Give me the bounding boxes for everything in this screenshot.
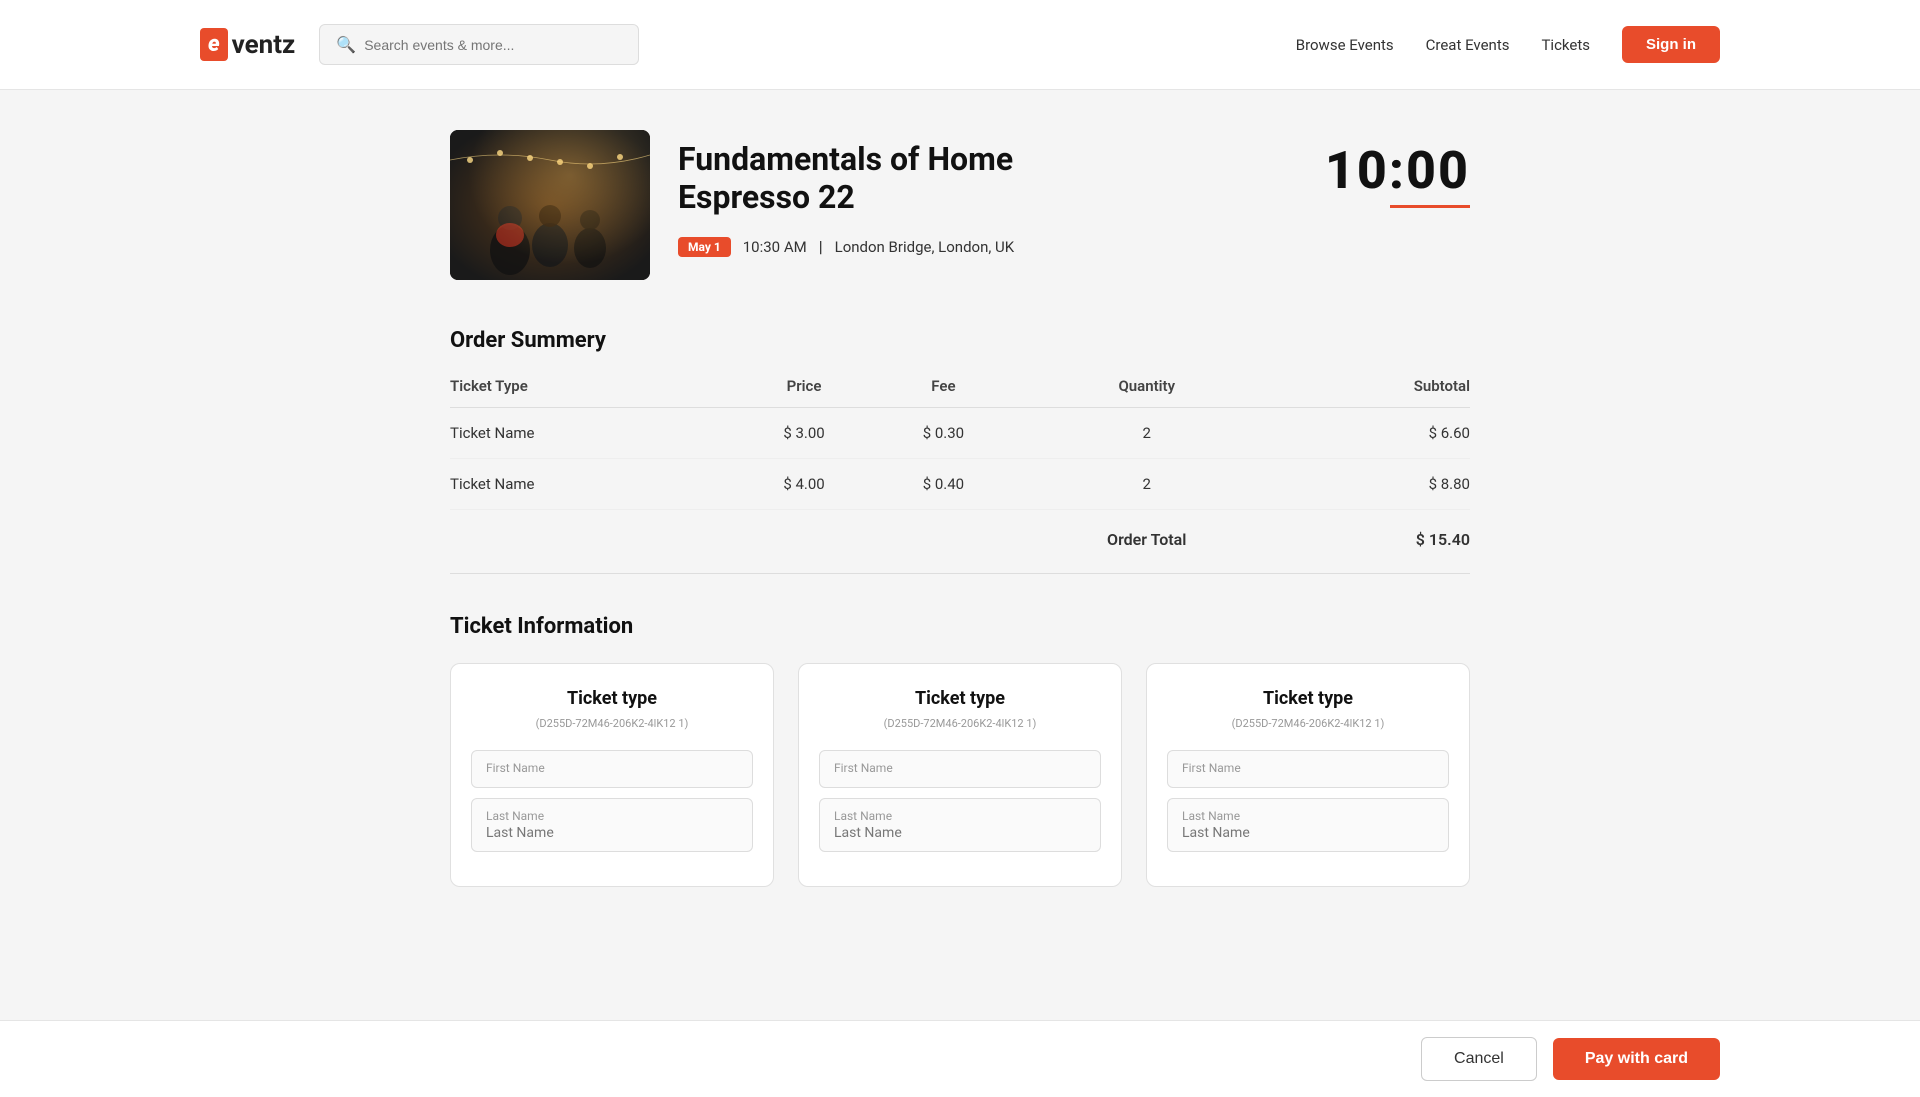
ticket-card: Ticket type (D255D-72M46-206K2-4lK12 1) … xyxy=(1146,663,1470,887)
section-divider xyxy=(450,573,1470,574)
ticket-last-name-label-0: Last Name xyxy=(486,809,738,823)
ticket-last-name-label-1: Last Name xyxy=(834,809,1086,823)
col-price: Price xyxy=(734,377,873,408)
timer-display: 10:00 xyxy=(1325,140,1470,201)
ticket-last-name-field-1[interactable]: Last Name Last Name xyxy=(819,798,1101,852)
logo[interactable]: eventz xyxy=(200,28,295,61)
logo-text: ventz xyxy=(232,30,296,60)
order-summary-title: Order Summery xyxy=(450,328,1470,353)
header: eventz 🔍 Browse Events Creat Events Tick… xyxy=(0,0,1920,90)
col-subtotal: Subtotal xyxy=(1280,377,1470,408)
ticket-last-name-label-2: Last Name xyxy=(1182,809,1434,823)
order-summary-section: Order Summery Ticket Type Price Fee Quan… xyxy=(450,328,1470,565)
ticket-first-name-field-2[interactable]: First Name xyxy=(1167,750,1449,788)
search-input[interactable] xyxy=(364,37,622,53)
date-badge: May 1 xyxy=(678,237,731,257)
timer: 10:00 xyxy=(1325,140,1470,208)
ticket-card-id-0: (D255D-72M46-206K2-4lK12 1) xyxy=(471,717,753,730)
ticket-card-id-2: (D255D-72M46-206K2-4lK12 1) xyxy=(1167,717,1449,730)
event-separator: | xyxy=(819,237,823,256)
order-table: Ticket Type Price Fee Quantity Subtotal … xyxy=(450,377,1470,565)
timer-underline xyxy=(1390,205,1470,208)
nav-links: Browse Events Creat Events Tickets Sign … xyxy=(1296,26,1720,63)
nav-tickets[interactable]: Tickets xyxy=(1541,36,1590,54)
search-icon: 🔍 xyxy=(336,35,356,54)
ticket-last-name-value-2: Last Name xyxy=(1182,825,1434,841)
search-bar: 🔍 xyxy=(319,24,639,65)
ticket-first-name-field-0[interactable]: First Name xyxy=(471,750,753,788)
table-row: Ticket Name $ 4.00 $ 0.40 2 $ 8.80 xyxy=(450,459,1470,510)
col-ticket-type: Ticket Type xyxy=(450,377,734,408)
ticket-card-type-0: Ticket type xyxy=(471,688,753,709)
col-fee: Fee xyxy=(874,377,1013,408)
nav-browse-events[interactable]: Browse Events xyxy=(1296,36,1394,54)
signin-button[interactable]: Sign in xyxy=(1622,26,1720,63)
ticket-fee-0: $ 0.30 xyxy=(874,408,1013,459)
ticket-card-type-2: Ticket type xyxy=(1167,688,1449,709)
ticket-last-name-field-2[interactable]: Last Name Last Name xyxy=(1167,798,1449,852)
nav-create-events[interactable]: Creat Events xyxy=(1426,36,1510,54)
ticket-last-name-value-1: Last Name xyxy=(834,825,1086,841)
event-time: 10:30 AM xyxy=(743,238,807,256)
ticket-name-1: Ticket Name xyxy=(450,459,734,510)
ticket-qty-0: 2 xyxy=(1013,408,1280,459)
col-quantity: Quantity xyxy=(1013,377,1280,408)
logo-icon: e xyxy=(200,28,228,61)
action-bar: Cancel Pay with card xyxy=(0,1020,1920,1097)
ticket-qty-1: 2 xyxy=(1013,459,1280,510)
ticket-first-name-field-1[interactable]: First Name xyxy=(819,750,1101,788)
pay-with-card-button[interactable]: Pay with card xyxy=(1553,1038,1720,1080)
ticket-name-0: Ticket Name xyxy=(450,408,734,459)
ticket-price-0: $ 3.00 xyxy=(734,408,873,459)
event-header: Fundamentals of Home Espresso 22 May 1 1… xyxy=(450,130,1470,280)
order-total-label: Order Total xyxy=(1013,510,1280,566)
table-row: Ticket Name $ 3.00 $ 0.30 2 $ 6.60 xyxy=(450,408,1470,459)
ticket-card: Ticket type (D255D-72M46-206K2-4lK12 1) … xyxy=(450,663,774,887)
ticket-cards: Ticket type (D255D-72M46-206K2-4lK12 1) … xyxy=(450,663,1470,887)
ticket-info-section: Ticket Information Ticket type (D255D-72… xyxy=(450,614,1470,887)
ticket-card: Ticket type (D255D-72M46-206K2-4lK12 1) … xyxy=(798,663,1122,887)
ticket-last-name-field-0[interactable]: Last Name Last Name xyxy=(471,798,753,852)
ticket-price-1: $ 4.00 xyxy=(734,459,873,510)
ticket-last-name-value-0: Last Name xyxy=(486,825,738,841)
event-location: London Bridge, London, UK xyxy=(835,238,1015,256)
ticket-fee-1: $ 0.40 xyxy=(874,459,1013,510)
ticket-card-id-1: (D255D-72M46-206K2-4lK12 1) xyxy=(819,717,1101,730)
ticket-info-title: Ticket Information xyxy=(450,614,1470,639)
cancel-button[interactable]: Cancel xyxy=(1421,1037,1537,1081)
order-total-value: $ 15.40 xyxy=(1280,510,1470,566)
ticket-subtotal-0: $ 6.60 xyxy=(1280,408,1470,459)
event-meta: May 1 10:30 AM | London Bridge, London, … xyxy=(678,237,1470,257)
event-image xyxy=(450,130,650,280)
ticket-subtotal-1: $ 8.80 xyxy=(1280,459,1470,510)
main-content: Fundamentals of Home Espresso 22 May 1 1… xyxy=(430,90,1490,987)
ticket-card-type-1: Ticket type xyxy=(819,688,1101,709)
